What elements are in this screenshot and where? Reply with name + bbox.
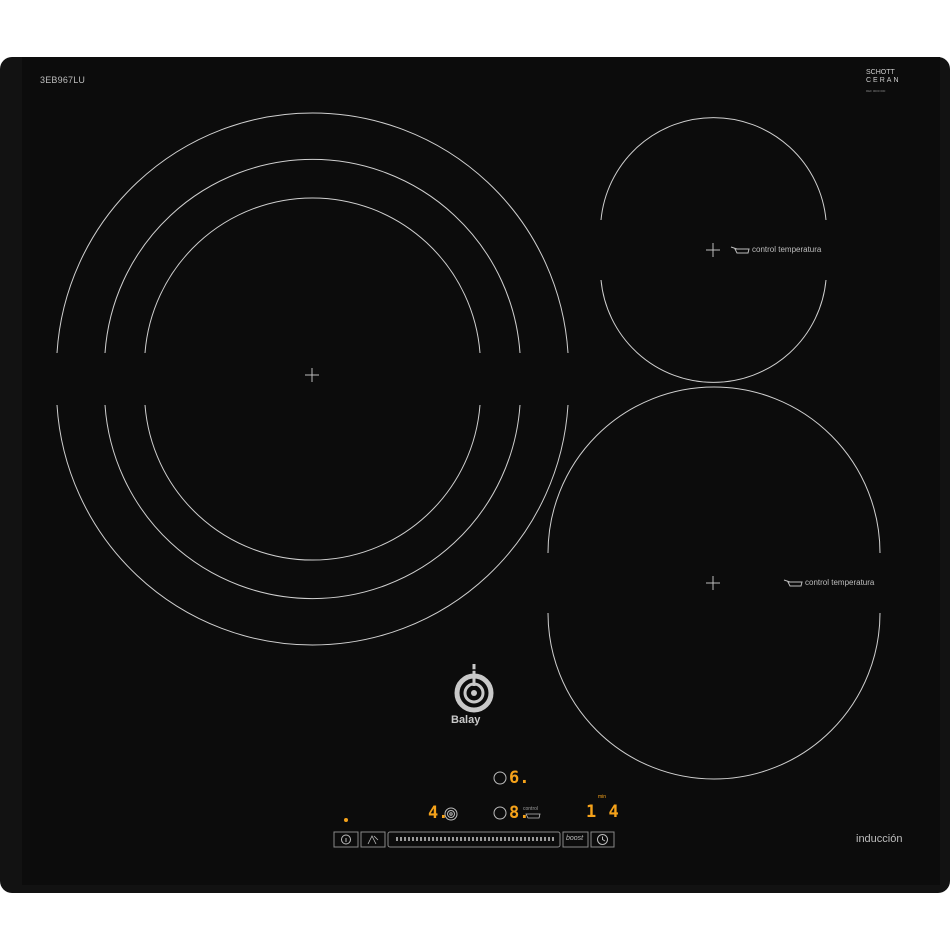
slider-tick [496,837,498,841]
slider-tick [432,837,434,841]
indicator-top-display: 6. [509,768,530,788]
timer-unit-label: min [598,794,607,800]
slider-tick [448,837,450,841]
slider-tick [536,837,538,841]
zone-bottom-right-label: control temperatura [805,578,875,587]
crosshair-icon [305,243,720,590]
slider-tick [472,837,474,841]
slider-tick [532,837,534,841]
slider-tick [520,837,522,841]
slider-tick [436,837,438,841]
power-level-display: 4. [428,803,449,823]
slider-tick [500,837,502,841]
pan-icon [730,246,750,254]
slider-tick [424,837,426,841]
slider-tick [452,837,454,841]
power-indicator-dot [344,818,348,822]
slider-tick [420,837,422,841]
slider-tick [460,837,462,841]
balay-logo-icon [450,664,498,717]
clean-icon [367,835,379,845]
slider-tick [504,837,506,841]
slider-tick [416,837,418,841]
slider-ticks [396,837,554,841]
timer-icon-hands [602,836,606,842]
slider-tick [492,837,494,841]
slider-tick [400,837,402,841]
slider-tick [428,837,430,841]
slider-tick [524,837,526,841]
slider-tick [528,837,530,841]
slider-tick [516,837,518,841]
slider-tick [476,837,478,841]
slider-tick [404,837,406,841]
slider-tick [468,837,470,841]
induction-label: inducción [856,833,903,845]
slider-tick [444,837,446,841]
slider-tick [552,837,554,841]
slider-tick [548,837,550,841]
brand-name: Balay [451,714,481,726]
slider-tick [540,837,542,841]
cooktop-graphics [56,112,881,848]
slider-tick [512,837,514,841]
slider-tick [480,837,482,841]
slider-tick [544,837,546,841]
slider-tick [440,837,442,841]
pan-icon [783,579,803,587]
zone-select-mid[interactable] [493,806,507,820]
slider-tick [484,837,486,841]
slider-tick [464,837,466,841]
zone-select-top[interactable] [493,771,507,785]
slider-tick [508,837,510,841]
mid-control-label: control [523,806,539,812]
timer-display: 1 4 [586,802,620,822]
slider-tick [456,837,458,841]
boost-label: boost [566,835,584,842]
slider-tick [412,837,414,841]
zone-top-right-label: control temperatura [752,245,822,254]
slider-tick [488,837,490,841]
slider-tick [396,837,398,841]
slider-tick [408,837,410,841]
clean-button[interactable] [360,831,386,848]
